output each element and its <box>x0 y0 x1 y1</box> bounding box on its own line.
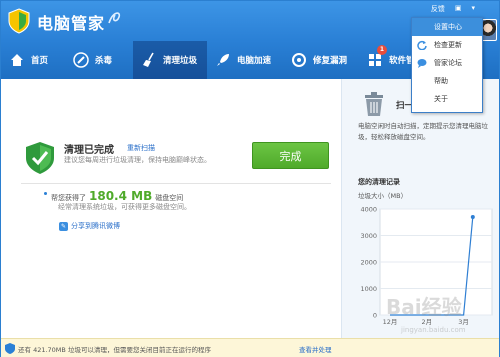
home-icon <box>11 54 23 66</box>
tab-speedup-label: 电脑加速 <box>237 56 272 66</box>
tab-clean-label: 清理垃圾 <box>163 56 198 66</box>
settings-menu: 设置中心 检查更新 管家论坛 帮助 关于 <box>411 17 483 113</box>
watermark: Bai经验 <box>386 295 462 319</box>
app-title: 电脑管家 <box>37 14 106 33</box>
tab-clean[interactable]: 清理垃圾 <box>133 41 207 79</box>
share-label: 分享到腾讯微博 <box>71 222 120 230</box>
main-panel: 清理已完成 重新扫描 建议您每周进行垃圾清理，保持电脑巅峰状态。 完成 帮您获得… <box>1 79 341 338</box>
menu-item-update-label: 检查更新 <box>434 41 462 49</box>
feedback-link[interactable]: 反馈 <box>429 4 447 14</box>
menu-item-forum[interactable]: 管家论坛 <box>412 54 482 72</box>
shield-check-icon <box>26 142 54 174</box>
chart-point[interactable] <box>470 214 475 219</box>
menu-item-settings-label: 设置中心 <box>434 23 462 31</box>
rescan-link[interactable]: 重新扫描 <box>127 143 155 153</box>
swirl-icon <box>108 12 121 24</box>
skin-button[interactable]: ▣ <box>453 4 464 14</box>
bullet-icon <box>44 192 47 195</box>
chart-ytick-label: 1000 <box>360 285 377 293</box>
refresh-icon <box>417 40 427 50</box>
weibo-icon: ✎ <box>59 221 68 231</box>
tab-home-label: 首页 <box>31 56 49 66</box>
freed-space: 帮您获得了 180.4 MB 磁盘空间 <box>44 189 183 203</box>
tab-patch[interactable]: 修复漏洞 <box>283 41 359 79</box>
tab-patch-label: 修复漏洞 <box>313 56 348 66</box>
freed-tip: 经常清理系统垃圾，可获得更多磁盘空间。 <box>58 203 191 211</box>
logo-icon <box>8 8 30 34</box>
app-window: 电脑管家 反馈 ▣ ▾ 首页 杀毒 清理垃圾 电脑加速 修复漏洞 1 软件管 清… <box>0 0 500 357</box>
watermark-url: jingyan.baidu.com <box>401 326 466 334</box>
freed-size: 180.4 MB <box>89 189 153 203</box>
menu-item-about[interactable]: 关于 <box>412 90 482 108</box>
view-and-handle-link[interactable]: 查看并处理 <box>299 344 332 354</box>
chart-ytick-label: 2000 <box>360 259 377 267</box>
remaining-junk-text: 还有 421.70MB 垃圾可以清理，但需要您关闭目前正在运行的程序 <box>18 346 211 354</box>
shield-icon <box>5 343 15 354</box>
chart-ytick-label: 0 <box>373 312 377 320</box>
result-title: 清理已完成 <box>64 145 114 156</box>
virus-icon <box>73 52 89 68</box>
broom-icon <box>143 52 154 67</box>
tab-antivirus[interactable]: 杀毒 <box>65 41 133 79</box>
menu-item-settings[interactable]: 设置中心 <box>412 18 482 36</box>
window-controls: 反馈 ▣ ▾ <box>429 4 477 14</box>
menu-item-about-label: 关于 <box>434 95 448 103</box>
rocket-icon <box>217 54 229 66</box>
patch-icon <box>292 53 306 67</box>
auto-scan-desc: 电脑空闲时自动扫描，定期提示您清理电脑垃圾，轻松释放磁盘空间。 <box>358 122 488 141</box>
tab-antivirus-label: 杀毒 <box>95 56 113 66</box>
finish-button[interactable]: 完成 <box>252 142 329 169</box>
chart-ytick-label: 4000 <box>360 206 377 214</box>
share-link[interactable]: ✎ 分享到腾讯微博 <box>59 221 120 231</box>
chart-ytick-label: 3000 <box>360 232 377 240</box>
divider <box>21 183 331 184</box>
menu-button[interactable]: ▾ <box>469 4 477 14</box>
tab-home[interactable]: 首页 <box>1 41 65 79</box>
menu-item-help-label: 帮助 <box>434 77 448 85</box>
result-subtitle: 建议您每周进行垃圾清理，保持电脑巅峰状态。 <box>64 156 211 164</box>
menu-item-forum-label: 管家论坛 <box>434 59 462 67</box>
menu-item-help[interactable]: 帮助 <box>412 72 482 90</box>
trash-icon <box>365 92 383 116</box>
record-title: 您的清理记录 <box>358 178 400 186</box>
status-bar: 还有 421.70MB 垃圾可以清理，但需要您关闭目前正在运行的程序 查看并处理 <box>1 338 499 357</box>
tab-speedup[interactable]: 电脑加速 <box>207 41 283 79</box>
chat-icon <box>417 59 427 68</box>
software-badge: 1 <box>377 45 387 55</box>
menu-item-update[interactable]: 检查更新 <box>412 36 482 54</box>
